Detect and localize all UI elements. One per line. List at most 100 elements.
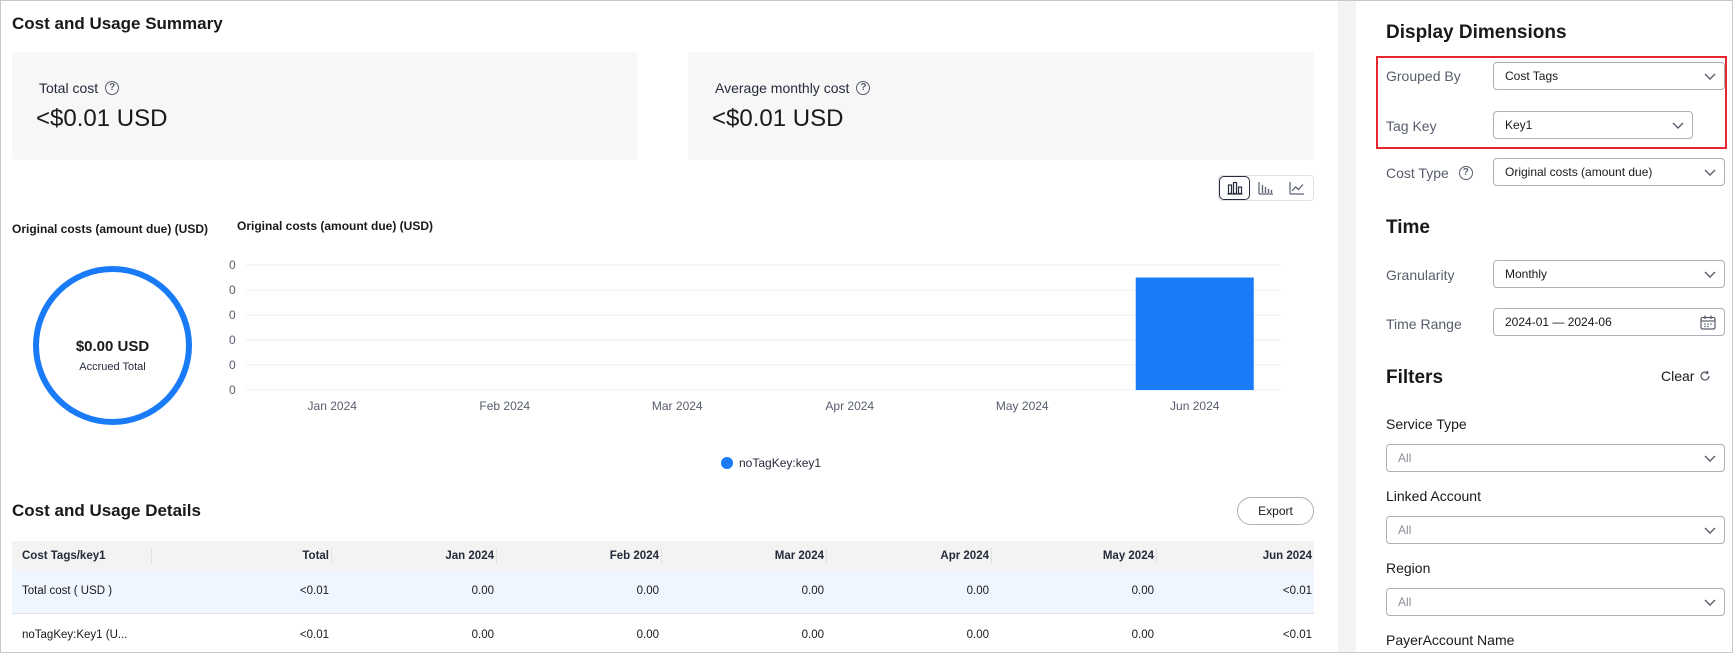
column-header[interactable]: Jan 2024 [331, 541, 496, 570]
filter-sidebar: Display Dimensions Grouped By Cost Tags … [1356, 1, 1732, 652]
table-cell: 0.00 [991, 613, 1156, 652]
average-monthly-cost-card: Average monthly cost ? <$0.01 USD [688, 52, 1314, 160]
table-row: Total cost ( USD ) <0.01 0.00 0.00 0.00 … [12, 570, 1314, 614]
bar-chart-title: Original costs (amount due) (USD) [237, 219, 434, 233]
table-cell: 0.00 [496, 570, 661, 614]
table-cell: 0.00 [496, 613, 661, 652]
payer-account-label: PayerAccount Name [1386, 632, 1515, 648]
export-button[interactable]: Export [1237, 497, 1314, 525]
donut-value: $0.00 USD [75, 338, 150, 355]
grouped-bar-chart-icon[interactable] [1219, 176, 1251, 200]
service-type-select[interactable]: All [1386, 444, 1725, 472]
total-cost-value: <$0.01 USD [36, 105, 168, 132]
x-tick-label: Apr 2024 [825, 399, 874, 413]
avg-cost-value: <$0.01 USD [712, 105, 844, 132]
accrued-total-donut: $0.00 USD Accrued Total [33, 266, 192, 425]
y-tick-label: 0 [229, 358, 236, 372]
time-title: Time [1386, 217, 1431, 238]
column-header[interactable]: Feb 2024 [496, 541, 661, 570]
refresh-icon [1700, 370, 1711, 381]
granularity-select[interactable]: Monthly [1493, 260, 1725, 288]
chevron-down-icon [1704, 527, 1716, 534]
y-tick-label: 0 [229, 258, 236, 272]
stacked-bar-chart-icon[interactable] [1250, 176, 1281, 200]
clear-label: Clear [1661, 368, 1695, 384]
table-cell: 0.00 [661, 570, 826, 614]
table-cell: 0.00 [991, 570, 1156, 614]
total-cost-card: Total cost ? <$0.01 USD [12, 52, 638, 160]
chart-view-toggle [1218, 175, 1314, 201]
column-header[interactable]: Total [151, 541, 331, 570]
table-row: noTagKey:Key1 (U... <0.01 0.00 0.00 0.00… [12, 613, 1314, 652]
table-cell: <0.01 [1156, 570, 1314, 614]
billing-window: Cost and Usage Summary Total cost ? <$0.… [0, 0, 1733, 653]
line-chart-icon[interactable] [1282, 176, 1313, 200]
chart-legend[interactable]: noTagKey:key1 [721, 456, 821, 470]
column-header[interactable]: Cost Tags/key1 [12, 541, 151, 570]
avg-cost-label-group: Average monthly cost ? [715, 80, 871, 96]
region-label: Region [1386, 560, 1431, 576]
summary-title: Cost and Usage Summary [12, 14, 223, 33]
x-tick-label: May 2024 [996, 399, 1049, 413]
help-icon[interactable]: ? [1458, 166, 1473, 180]
bar[interactable] [1135, 277, 1254, 391]
table-cell: 0.00 [331, 570, 496, 614]
help-icon[interactable]: ? [856, 81, 871, 95]
grouped-by-value: Cost Tags [1505, 69, 1559, 83]
y-tick-label: 0 [229, 308, 236, 322]
legend-label: noTagKey:key1 [739, 456, 822, 470]
service-type-label: Service Type [1386, 416, 1467, 432]
legend-dot [721, 457, 733, 469]
chevron-down-icon [1704, 599, 1716, 606]
filters-title: Filters [1386, 367, 1444, 388]
time-range-label: Time Range [1386, 316, 1462, 332]
help-icon[interactable]: ? [105, 81, 120, 95]
chevron-down-icon [1704, 271, 1716, 278]
donut-label: Accrued Total [79, 361, 146, 373]
linked-account-select[interactable]: All [1386, 516, 1725, 544]
tag-key-label: Tag Key [1386, 118, 1437, 134]
time-range-picker[interactable]: 2024-01 — 2024-06 [1493, 308, 1725, 336]
column-header[interactable]: Apr 2024 [826, 541, 991, 570]
panel-divider [1338, 1, 1356, 652]
column-header[interactable]: Mar 2024 [661, 541, 826, 570]
tag-key-value: Key1 [1505, 118, 1533, 132]
table-cell: <0.01 [1156, 613, 1314, 652]
donut-title: Original costs (amount due) (USD) [12, 222, 209, 236]
total-cost-label: Total cost [39, 80, 99, 96]
table-cell: <0.01 [151, 570, 331, 614]
time-range-value: 2024-01 — 2024-06 [1505, 315, 1612, 329]
column-header[interactable]: May 2024 [991, 541, 1156, 570]
granularity-label: Granularity [1386, 267, 1455, 283]
main-panel: Cost and Usage Summary Total cost ? <$0.… [1, 1, 1338, 652]
table-cell: noTagKey:Key1 (U... [12, 613, 151, 652]
cost-bar-chart: 0 0 0 0 0 0 Jan 2024 Feb 2024 Mar 2024 Apr 2024 Ma… [229, 258, 1281, 413]
display-dimensions-title: Display Dimensions [1386, 22, 1567, 43]
chevron-down-icon [1704, 455, 1716, 462]
table-cell: 0.00 [331, 613, 496, 652]
linked-account-label: Linked Account [1386, 488, 1481, 504]
y-tick-label: 0 [229, 283, 236, 297]
details-title: Cost and Usage Details [12, 501, 201, 520]
total-cost-label-group: Total cost ? [39, 80, 120, 96]
tag-key-select[interactable]: Key1 [1493, 111, 1693, 139]
chevron-down-icon [1704, 73, 1716, 80]
x-tick-label: Mar 2024 [652, 399, 703, 413]
table-cell: 0.00 [661, 613, 826, 652]
x-tick-label: Jun 2024 [1170, 399, 1220, 413]
x-tick-label: Jan 2024 [308, 399, 358, 413]
region-select[interactable]: All [1386, 588, 1725, 616]
chevron-down-icon [1704, 169, 1716, 176]
granularity-value: Monthly [1505, 267, 1548, 281]
table-cell: 0.00 [826, 613, 991, 652]
grouped-by-select[interactable]: Cost Tags [1493, 62, 1725, 90]
details-table: Cost Tags/key1 Total Jan 2024 Feb 2024 M… [12, 541, 1314, 652]
avg-cost-label: Average monthly cost [715, 80, 850, 96]
column-header[interactable]: Jun 2024 [1156, 541, 1314, 570]
x-tick-label: Feb 2024 [479, 399, 530, 413]
cost-type-select[interactable]: Original costs (amount due) [1493, 158, 1725, 186]
table-header-row: Cost Tags/key1 Total Jan 2024 Feb 2024 M… [12, 541, 1314, 570]
clear-filters-button[interactable]: Clear [1661, 368, 1711, 384]
cost-type-label: Cost Type [1386, 165, 1449, 181]
table-cell: Total cost ( USD ) [12, 570, 151, 614]
